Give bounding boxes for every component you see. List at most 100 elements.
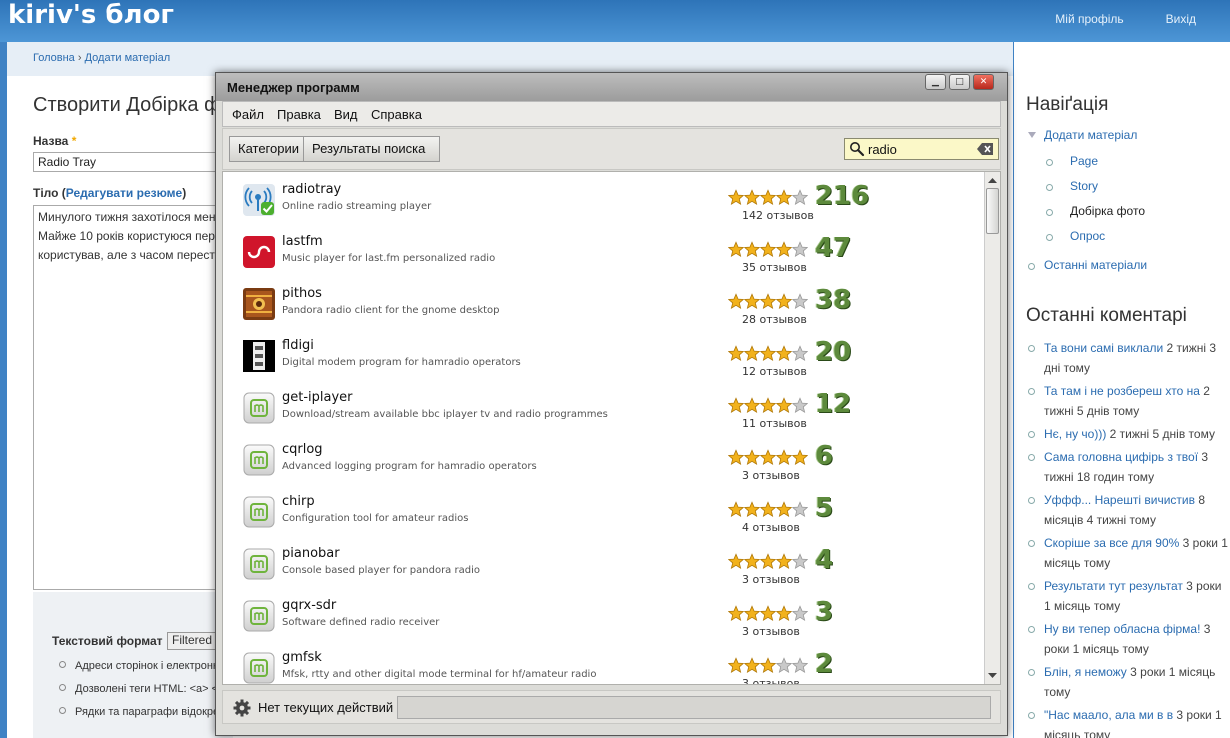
star-icon	[728, 657, 744, 673]
app-row[interactable]: get-iplayer Download/stream available bbc…	[223, 380, 983, 432]
rating-stars	[728, 449, 808, 467]
star-icon	[728, 293, 744, 309]
comment-link[interactable]: Скоріше за все для 90%	[1044, 536, 1179, 550]
app-name: chirp	[282, 494, 315, 509]
edit-summary-link[interactable]: Редагувати резюме	[66, 186, 182, 200]
app-description: Music player for last.fm personalized ra…	[282, 253, 496, 264]
app-description: Configuration tool for amateur radios	[282, 513, 469, 524]
app-name: gqrx-sdr	[282, 598, 337, 613]
star-icon	[760, 241, 776, 257]
logout-link[interactable]: Вихід	[1166, 12, 1196, 26]
app-row[interactable]: radiotray Online radio streaming player 21…	[223, 172, 983, 224]
app-description: Online radio streaming player	[282, 201, 432, 212]
comment-link[interactable]: Та вони самі виклали	[1044, 341, 1163, 355]
breadcrumb-home[interactable]: Головна	[33, 52, 75, 64]
minimize-icon[interactable]: ▁	[925, 74, 946, 90]
comment-link[interactable]: Уффф... Нарешті вичистив	[1044, 493, 1195, 507]
star-icon	[728, 605, 744, 621]
comment-link[interactable]: Та там і не розбереш хто на	[1044, 384, 1200, 398]
comment-link[interactable]: Ну ви тепер обласна фірма!	[1044, 622, 1200, 636]
sidebar: Навіґація Додати матеріал Page Story Доб…	[1014, 42, 1230, 738]
review-count: 3 отзывов	[742, 573, 800, 586]
app-row[interactable]: cqrlog Advanced logging program for hamra…	[223, 432, 983, 484]
app-row[interactable]: gmfsk Mfsk, rtty and other digital mode t…	[223, 640, 983, 685]
star-icon	[728, 397, 744, 413]
body-textarea[interactable]: Минулого тижня захотілося мен Майже 10 р…	[33, 205, 233, 590]
nav-story[interactable]: Story	[1028, 179, 1147, 204]
app-name: pianobar	[282, 546, 340, 561]
star-icon	[792, 553, 808, 569]
top-links: Мій профіль Вихід	[1055, 12, 1196, 26]
comment-link[interactable]: Сама головна цифірь з твої	[1044, 450, 1198, 464]
review-count: 3 отзывов	[742, 677, 800, 685]
menu-file[interactable]: Файл	[232, 107, 264, 122]
navigation-menu: Додати матеріал Page Story Добірка фото …	[1028, 128, 1147, 284]
nav-poll[interactable]: Опрос	[1028, 229, 1147, 254]
star-icon	[760, 189, 776, 205]
star-icon	[744, 449, 760, 465]
close-icon[interactable]: ✕	[973, 74, 994, 90]
menu-view[interactable]: Вид	[334, 107, 358, 122]
star-icon	[744, 553, 760, 569]
menu-help[interactable]: Справка	[371, 107, 422, 122]
star-icon	[760, 657, 776, 673]
app-row[interactable]: fldigi Digital modem program for hamradio…	[223, 328, 983, 380]
comment-item: Скоріше за все для 90% 3 роки 1 місяць т…	[1028, 533, 1228, 573]
nav-add-content[interactable]: Додати матеріал	[1028, 128, 1147, 154]
search-input[interactable]: radio	[844, 138, 999, 160]
app-row[interactable]: chirp Configuration tool for amateur radi…	[223, 484, 983, 536]
window-title: Менеджер программ	[227, 80, 360, 95]
star-icon	[744, 189, 760, 205]
comment-item: Та вони самі виклали 2 тижні 3 дні тому	[1028, 338, 1228, 378]
page-title: Створити Добірка ф	[33, 94, 221, 116]
body-line: Минулого тижня захотілося мен	[38, 210, 216, 224]
star-icon	[776, 553, 792, 569]
star-icon	[776, 189, 792, 205]
nav-page[interactable]: Page	[1028, 154, 1147, 179]
comment-link[interactable]: Результати тут результат	[1044, 579, 1183, 593]
app-row[interactable]: lastfm Music player for last.fm personali…	[223, 224, 983, 276]
search-icon	[850, 142, 865, 157]
format-tips: Адреси сторінок і електронн Дозволені те…	[59, 660, 219, 729]
my-profile-link[interactable]: Мій профіль	[1055, 12, 1123, 26]
format-tip: Дозволені теги HTML: <a> <	[59, 683, 219, 706]
star-icon	[792, 501, 808, 517]
comment-link[interactable]: "Нас маало, ала ми в в	[1044, 708, 1173, 722]
menu-edit[interactable]: Правка	[277, 107, 321, 122]
text-format-label: Текстовий формат	[52, 634, 163, 648]
star-icon	[760, 501, 776, 517]
review-count: 11 отзывов	[742, 417, 807, 430]
star-icon	[792, 293, 808, 309]
app-name: pithos	[282, 286, 322, 301]
name-input[interactable]: Radio Tray	[33, 152, 233, 172]
star-icon	[728, 553, 744, 569]
search-results-crumb[interactable]: Результаты поиска	[303, 136, 440, 162]
star-icon	[744, 501, 760, 517]
nav-recent-content[interactable]: Останні матеріали	[1028, 258, 1147, 284]
star-icon	[792, 397, 808, 413]
star-icon	[744, 293, 760, 309]
rating-score: 2	[815, 649, 834, 679]
star-icon	[776, 345, 792, 361]
app-row[interactable]: pianobar Console based player for pandora…	[223, 536, 983, 588]
maximize-icon[interactable]: □	[949, 74, 970, 90]
breadcrumb-add-content[interactable]: Додати матеріал	[85, 52, 171, 64]
scrollbar-thumb[interactable]	[986, 188, 999, 234]
rating-stars	[728, 605, 808, 623]
comment-link[interactable]: Нє, ну чо)))	[1044, 427, 1106, 441]
breadcrumb-separator: ›	[77, 52, 82, 64]
clear-search-icon[interactable]	[977, 142, 994, 156]
categories-crumb[interactable]: Категории	[229, 136, 305, 162]
app-row[interactable]: pithos Pandora radio client for the gnome…	[223, 276, 983, 328]
nav-photo-collection[interactable]: Добірка фото	[1028, 204, 1147, 229]
window-titlebar[interactable]: Менеджер программ ▁ □ ✕	[216, 73, 1007, 101]
comment-link[interactable]: Блін, я неможу	[1044, 665, 1127, 679]
scroll-up-icon[interactable]	[987, 175, 998, 186]
gear-icon	[233, 699, 251, 717]
app-name: get-iplayer	[282, 390, 353, 405]
site-title[interactable]: kiriv's блог	[8, 0, 174, 30]
star-icon	[728, 189, 744, 205]
app-row[interactable]: gqrx-sdr Software defined radio receiver 3…	[223, 588, 983, 640]
vertical-scrollbar[interactable]	[984, 172, 1000, 684]
scroll-down-icon[interactable]	[987, 670, 998, 681]
